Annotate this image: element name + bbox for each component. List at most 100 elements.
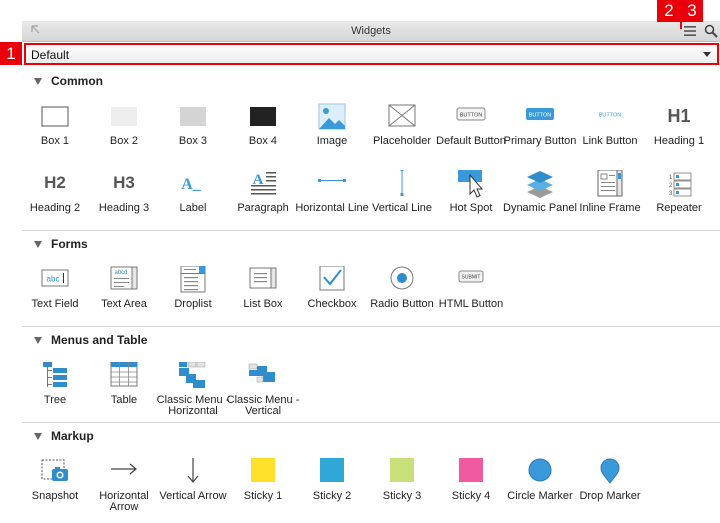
widget-label: Radio Button	[370, 298, 434, 310]
widget-label: Hot Spot	[449, 202, 493, 214]
icon-text: BUTTON	[460, 113, 483, 119]
vertical-line-icon	[400, 170, 404, 196]
box-4-icon	[250, 107, 276, 126]
search-icon[interactable]	[704, 24, 718, 38]
section-header-common[interactable]: Common	[34, 74, 103, 88]
widget-label: List Box	[243, 298, 283, 310]
icon-text: A_	[181, 176, 202, 193]
default-button-icon: BUTTON	[456, 107, 486, 121]
chevron-down-icon	[703, 52, 711, 57]
callout-marker-1: 1	[0, 42, 22, 65]
box-2-icon	[111, 107, 137, 126]
circle-marker-icon	[528, 458, 552, 482]
classic-menu-horizontal-icon	[179, 362, 206, 388]
svg-text:3: 3	[669, 191, 673, 197]
link-button-icon: BUTTON	[599, 113, 622, 119]
placeholder-icon	[388, 104, 416, 127]
classic-menu-vertical-icon	[248, 363, 275, 383]
icon-text: H2	[44, 173, 66, 192]
heading-2-icon: H2	[44, 173, 66, 192]
text-field-icon: abc	[41, 269, 69, 287]
widget-label: Label	[179, 202, 207, 214]
paragraph-icon: A	[251, 172, 276, 195]
widget-label: Image	[316, 135, 348, 147]
drop-marker-icon	[600, 458, 620, 484]
widget-label: Sticky 2	[312, 490, 352, 502]
widget-label: Link Button	[582, 135, 638, 147]
primary-button-icon: BUTTON	[526, 108, 554, 120]
collapse-triangle-icon	[34, 240, 42, 248]
widget-label: Default Button	[436, 135, 506, 147]
collapse-triangle-icon	[34, 336, 42, 344]
widget-label: Checkbox	[307, 298, 357, 310]
horizontal-arrow-icon	[111, 463, 137, 475]
section-title: Forms	[51, 237, 88, 251]
heading-1-icon: H1	[667, 106, 690, 126]
box-3-icon	[180, 107, 206, 126]
checkbox-icon	[319, 266, 345, 291]
widget-label: Paragraph	[237, 202, 289, 214]
widget-label: Text Area	[101, 298, 147, 310]
widget-label: Horizontal Line	[295, 202, 369, 214]
sticky-2-icon	[320, 458, 344, 482]
section-header-forms[interactable]: Forms	[34, 237, 88, 251]
icon-text: H3	[113, 173, 135, 192]
widget-label: Vertical Line	[372, 202, 432, 214]
repeater-icon: 1 2 3	[669, 172, 692, 197]
widget-label: Table	[110, 394, 138, 406]
library-dropdown[interactable]: Default	[24, 43, 719, 65]
hot-spot-icon	[458, 170, 484, 198]
panel-title: Widgets	[351, 25, 391, 37]
widget-label: Horizontal Arrow	[99, 490, 149, 513]
radio-button-icon	[390, 266, 414, 290]
widget-label: Sticky 3	[382, 490, 422, 502]
icon-text: H1	[667, 106, 690, 126]
sticky-1-icon	[251, 458, 275, 482]
widget-label: Heading 1	[653, 135, 705, 147]
section-divider	[22, 422, 720, 423]
widget-label: Heading 2	[29, 202, 81, 214]
section-title: Menus and Table	[51, 333, 148, 347]
svg-text:2: 2	[669, 183, 673, 189]
widget-label: Box 4	[248, 135, 278, 147]
table-icon	[110, 362, 138, 387]
widget-label: Circle Marker	[507, 490, 573, 502]
vertical-arrow-icon	[187, 458, 199, 483]
section-header-markup[interactable]: Markup	[34, 429, 94, 443]
library-dropdown-value: Default	[31, 48, 70, 62]
html-button-icon: SUBMIT	[458, 270, 484, 283]
droplist-icon	[180, 266, 206, 293]
dynamic-panel-icon	[527, 171, 553, 198]
callout-marker-2: 2	[657, 0, 681, 22]
section-header-menus-and-table[interactable]: Menus and Table	[34, 333, 147, 347]
widget-label: Tree	[43, 394, 67, 406]
icon-text: SUBMIT	[462, 275, 481, 281]
widget-label: Heading 3	[98, 202, 150, 214]
snapshot-icon	[41, 459, 68, 481]
widget-label: Inline Frame	[579, 202, 641, 214]
widget-label: Primary Button	[503, 135, 577, 147]
widget-label: Droplist	[174, 298, 212, 310]
sticky-4-icon	[459, 458, 483, 482]
widget-label: Repeater	[656, 202, 702, 214]
icon-text: BUTTON	[599, 113, 622, 119]
box-1-icon	[41, 106, 69, 127]
widget-label: Snapshot	[31, 490, 79, 502]
icon-text: abc	[47, 275, 60, 284]
section-title: Markup	[51, 429, 94, 443]
sticky-3-icon	[390, 458, 414, 482]
image-icon	[318, 103, 346, 130]
widget-label: HTML Button	[438, 298, 504, 310]
menu-icon[interactable]	[683, 25, 697, 37]
widget-label: Vertical Arrow	[159, 490, 227, 502]
tree-icon	[43, 362, 67, 387]
section-divider	[22, 230, 720, 231]
collapse-triangle-icon	[34, 77, 42, 85]
section-divider	[22, 326, 720, 327]
widget-label: Drop Marker	[579, 490, 641, 502]
icon-text: abcd	[114, 270, 127, 276]
svg-text:1: 1	[669, 175, 673, 181]
heading-3-icon: H3	[113, 173, 135, 192]
icon-text: BUTTON	[529, 113, 552, 119]
widget-label: Box 1	[40, 135, 70, 147]
